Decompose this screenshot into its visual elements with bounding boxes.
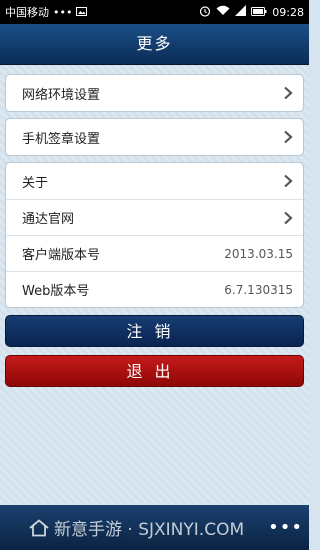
title-bar: 更多 xyxy=(0,24,309,65)
page-title: 更多 xyxy=(136,34,173,53)
official-website-item[interactable]: 通达官网 xyxy=(6,199,303,235)
exit-button[interactable]: 退出 xyxy=(5,355,304,387)
official-website-label: 通达官网 xyxy=(22,212,75,227)
network-settings-item[interactable]: 网络环境设置 xyxy=(6,75,303,111)
client-version-row: 客户端版本号 2013.03.15 xyxy=(6,235,303,271)
info-card: 关于 通达官网 客户端版本号 2013.03.15 Web版本号 6.7.130… xyxy=(5,162,304,308)
client-version-label: 客户端版本号 xyxy=(22,248,101,263)
more-options-icon[interactable]: ••• xyxy=(268,517,303,538)
watermark: 新意手游 · SJXINYI.COM xyxy=(6,515,268,540)
image-notification-icon xyxy=(76,6,88,19)
web-version-label: Web版本号 xyxy=(22,284,90,299)
network-settings-label: 网络环境设置 xyxy=(22,87,101,103)
chevron-right-icon xyxy=(284,211,293,224)
web-version-value: 6.7.130315 xyxy=(224,282,293,297)
signal-icon xyxy=(235,5,247,19)
alarm-icon xyxy=(199,5,211,20)
chevron-right-icon xyxy=(284,86,293,100)
status-bar: 中国移动 ••• 09:28 xyxy=(0,0,309,24)
carrier-name: 中国移动 xyxy=(5,6,49,19)
signature-settings-card: 手机签章设置 xyxy=(5,118,304,156)
wifi-icon xyxy=(216,5,230,19)
battery-icon xyxy=(251,6,267,19)
notification-dots: ••• xyxy=(53,5,73,19)
about-label: 关于 xyxy=(22,175,49,191)
home-logo-icon xyxy=(29,518,49,536)
chevron-right-icon xyxy=(284,130,293,144)
bottom-bar: 新意手游 · SJXINYI.COM ••• xyxy=(0,505,309,550)
clock: 09:28 xyxy=(272,5,304,19)
watermark-text: 新意手游 · SJXINYI.COM xyxy=(54,520,245,540)
client-version-value: 2013.03.15 xyxy=(224,246,293,261)
signature-settings-label: 手机签章设置 xyxy=(22,131,101,147)
logout-button[interactable]: 注销 xyxy=(5,315,304,347)
signature-settings-item[interactable]: 手机签章设置 xyxy=(6,119,303,155)
network-settings-card: 网络环境设置 xyxy=(5,74,304,112)
web-version-row: Web版本号 6.7.130315 xyxy=(6,271,303,307)
chevron-right-icon xyxy=(284,174,293,188)
about-item[interactable]: 关于 xyxy=(6,163,303,199)
